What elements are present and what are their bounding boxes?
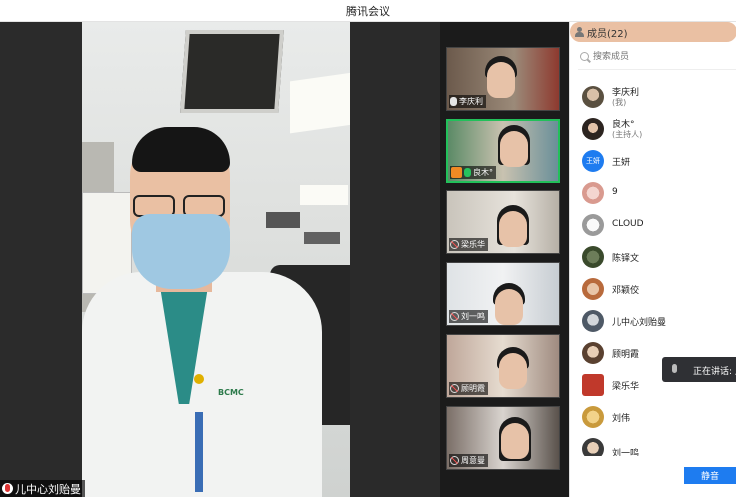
thumbnail-column: 李庆利 良木° 梁乐华 刘一鸣 顾明霞 周意曼: [440, 22, 569, 497]
host-icon: [451, 167, 462, 178]
thumbnail-label: 顾明霞: [449, 382, 488, 395]
thumbnail-name: 顾明霞: [461, 384, 485, 393]
muted-mic-icon: [450, 312, 459, 321]
member-name: 刘伟: [612, 414, 631, 424]
member-avatar: [582, 214, 604, 236]
member-item[interactable]: 邓颖佼: [570, 274, 736, 304]
member-avatar: [582, 118, 604, 140]
members-panel: 成员(22) 李庆利 (我) 良木° (主持人) 王妍 王妍 9 CLOUD 陈…: [569, 22, 736, 497]
member-role: (主持人): [612, 130, 643, 139]
member-avatar: [582, 342, 604, 364]
muted-mic-icon: [2, 483, 13, 494]
speaking-text: 正在讲话: 儿: [693, 367, 736, 377]
thumbnail-name: 李庆利: [459, 97, 483, 106]
participant-face: [499, 211, 527, 247]
member-name: CLOUD: [612, 219, 644, 229]
member-avatar: 王妍: [582, 150, 604, 172]
member-avatar: [582, 310, 604, 332]
members-header: 成员(22): [570, 22, 736, 42]
video-thumbnail[interactable]: 李庆利: [446, 47, 560, 111]
thumbnail-label: 刘一鸣: [449, 310, 488, 323]
member-role: (我): [612, 98, 627, 107]
mic-icon: [672, 364, 677, 373]
muted-mic-icon: [450, 240, 459, 249]
member-name: 王妍: [612, 158, 631, 168]
mic-icon: [450, 97, 457, 106]
hair: [132, 127, 230, 172]
video-thumbnail[interactable]: 周意曼: [446, 406, 560, 470]
window-title: 腾讯会议: [346, 5, 390, 18]
member-name: 邓颖佼: [612, 286, 640, 296]
speaker-name: 儿中心刘贻曼: [15, 482, 81, 496]
mic-active-icon: [464, 168, 471, 177]
face-mask: [132, 214, 230, 289]
speaker-figure: BCMC: [82, 122, 342, 497]
thumbnail-name: 刘一鸣: [461, 312, 485, 321]
member-item[interactable]: 儿中心刘贻曼: [570, 306, 736, 336]
member-name: 梁乐华: [612, 382, 640, 392]
video-thumbnail[interactable]: 顾明霞: [446, 334, 560, 398]
member-avatar: [582, 438, 604, 456]
member-avatar: [582, 374, 604, 396]
member-item[interactable]: CLOUD: [570, 210, 736, 240]
member-avatar: [582, 246, 604, 268]
member-avatar: [582, 278, 604, 300]
video-thumbnail[interactable]: 刘一鸣: [446, 262, 560, 326]
muted-mic-icon: [450, 456, 459, 465]
participant-face: [500, 131, 528, 167]
speaking-toast: 正在讲话: 儿: [662, 357, 736, 382]
member-item[interactable]: 刘伟: [570, 402, 736, 432]
member-item[interactable]: 9: [570, 178, 736, 208]
pin-badge: [194, 374, 204, 384]
participant-face: [501, 423, 529, 459]
person-icon: [575, 27, 584, 37]
member-avatar: [582, 86, 604, 108]
lanyard: [195, 412, 203, 492]
member-search[interactable]: [578, 47, 736, 70]
member-name: 顾明霞: [612, 350, 640, 360]
thumbnail-name: 周意曼: [461, 456, 485, 465]
members-title: 成员(22): [587, 29, 628, 40]
video-letterbox: [350, 22, 440, 497]
participant-face: [487, 62, 515, 98]
thumbnail-name: 梁乐华: [461, 240, 485, 249]
member-avatar: [582, 182, 604, 204]
main-video[interactable]: BCMC 儿中心刘贻曼: [0, 22, 440, 497]
video-thumbnail[interactable]: 良木°: [446, 119, 560, 183]
member-name: 陈铎文: [612, 254, 640, 264]
member-name: 儿中心刘贻曼: [612, 318, 667, 328]
thumbnail-label: 梁乐华: [449, 238, 488, 251]
coat-logo: BCMC: [218, 388, 244, 397]
video-thumbnail[interactable]: 梁乐华: [446, 190, 560, 254]
participant-face: [499, 353, 527, 389]
member-item[interactable]: 李庆利 (我): [570, 82, 736, 112]
thumbnail-name: 良木°: [473, 168, 493, 177]
member-avatar: [582, 406, 604, 428]
member-item[interactable]: 刘一鸣: [570, 434, 736, 456]
search-input[interactable]: [593, 49, 733, 65]
participant-face: [495, 289, 523, 325]
thumbnail-label: 周意曼: [449, 454, 488, 467]
member-item[interactable]: 良木° (主持人): [570, 114, 736, 144]
title-bar: 腾讯会议: [0, 0, 736, 22]
ceiling-panel: [180, 30, 284, 113]
member-name: 9: [612, 187, 618, 197]
speaker-name-tag: 儿中心刘贻曼: [0, 480, 85, 497]
member-item[interactable]: 陈铎文: [570, 242, 736, 272]
muted-mic-icon: [450, 384, 459, 393]
member-name: 刘一鸣: [612, 449, 640, 456]
mute-button[interactable]: 静音: [684, 467, 736, 484]
search-icon: [580, 52, 589, 61]
member-item[interactable]: 王妍 王妍: [570, 146, 736, 176]
thumbnail-label: 良木°: [450, 166, 496, 179]
thumbnail-label: 李庆利: [449, 95, 486, 108]
